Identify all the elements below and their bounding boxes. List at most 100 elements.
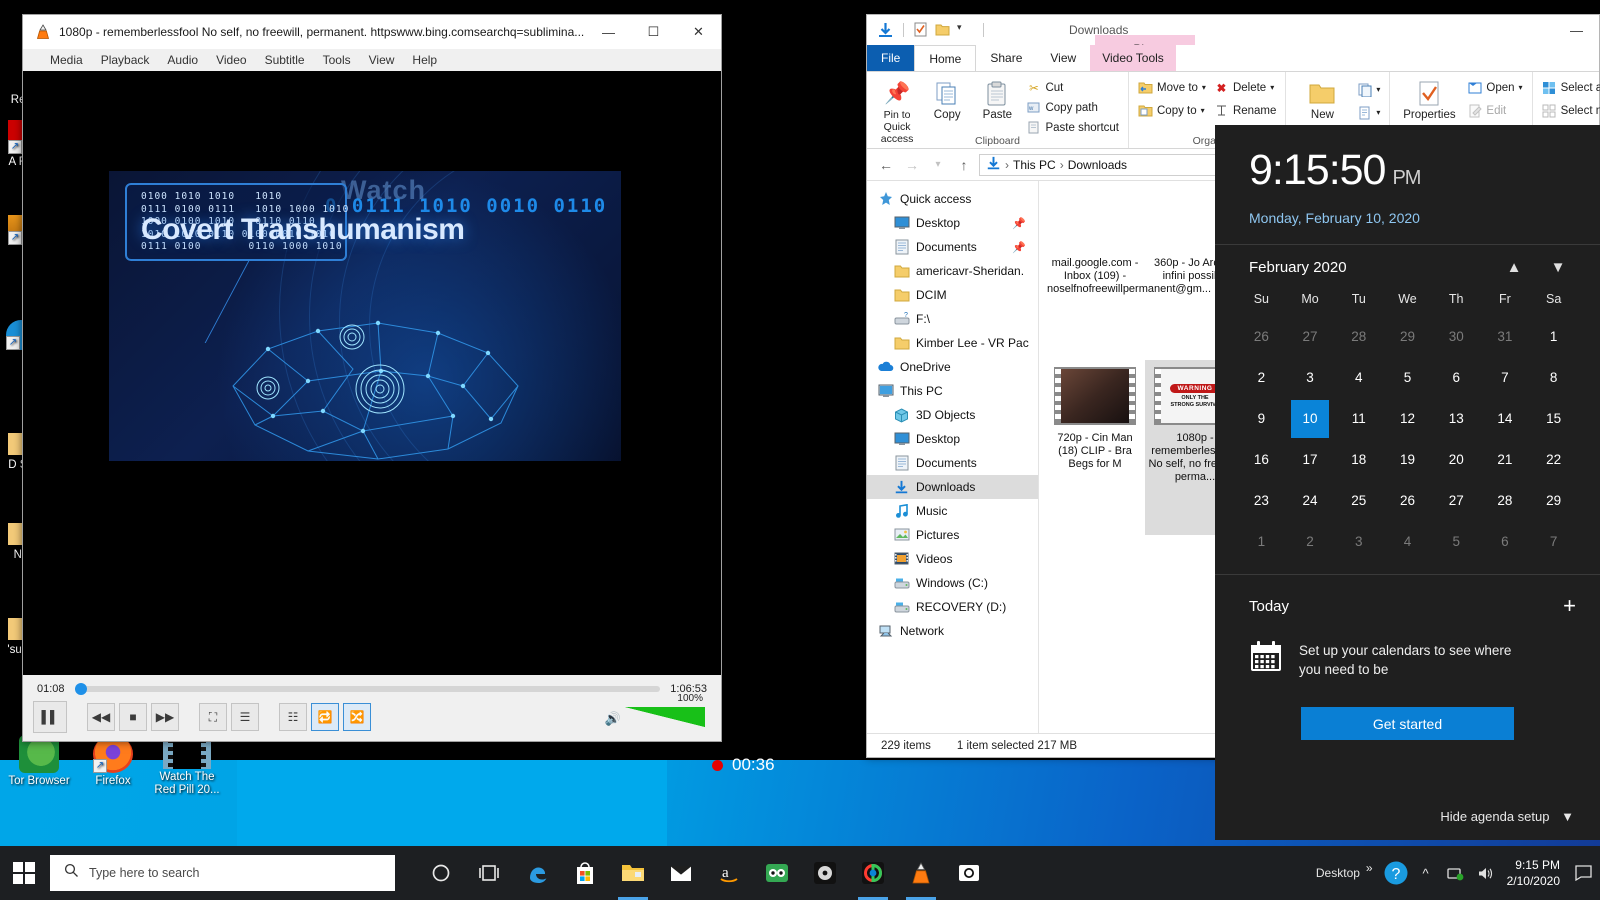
calendar-day[interactable]: 11 (1334, 398, 1383, 439)
calendar-day[interactable]: 29 (1383, 316, 1432, 357)
nav-item-americavr-sheridan[interactable]: americavr-Sheridan. (867, 259, 1038, 283)
file-item[interactable]: mail.google.com - Inbox (109) - noselfno… (1045, 185, 1211, 360)
calendar-day[interactable]: 18 (1334, 439, 1383, 480)
vlc-video-surface[interactable]: Watch 0 0111 1010 0010 0110 0100 1010 10… (23, 71, 721, 675)
vlc-extended-settings-button[interactable]: ☰ (231, 703, 259, 731)
move-to-button[interactable]: Move to ▾ (1134, 79, 1210, 96)
action-center-icon[interactable] (1570, 846, 1596, 900)
vlc-seek-slider[interactable] (74, 683, 661, 695)
cortana-icon[interactable] (417, 846, 465, 900)
menu-media[interactable]: Media (41, 51, 92, 69)
calendar-day[interactable]: 16 (1237, 439, 1286, 480)
calendar-day[interactable]: 28 (1481, 480, 1530, 521)
calendar-day[interactable]: 7 (1529, 521, 1578, 562)
select-none-button[interactable]: Select no (1538, 102, 1600, 119)
calendar-grid[interactable]: 26 27 28 29 30 31 1 2 3 4 5 6 7 8 9 10 11 12 13 14 15 16 17 18 1… (1215, 316, 1600, 562)
vlc-volume-area[interactable]: 🔊 100% (605, 693, 711, 727)
hide-agenda-setup-link[interactable]: Hide agenda setup ▼ (1215, 809, 1600, 840)
desktop-icon-watch-red-pill[interactable]: Watch The Red Pill 20... (148, 735, 226, 797)
amazon-icon[interactable]: a (705, 846, 753, 900)
nav-item-kimber-lee-vr-pac[interactable]: Kimber Lee - VR Pac (867, 331, 1038, 355)
desktop-icon-firefox[interactable]: ↗ Firefox (74, 735, 152, 788)
vlc-loop-button[interactable]: 🔁 (311, 703, 339, 731)
paste-button[interactable]: Paste (972, 75, 1022, 121)
calendar-day[interactable]: 15 (1529, 398, 1578, 439)
tab-video-tools[interactable]: Video Tools (1090, 45, 1176, 71)
chevron-down-icon[interactable]: ▾ (1376, 85, 1380, 94)
menu-playback[interactable]: Playback (92, 51, 159, 69)
calendar-day[interactable]: 6 (1432, 357, 1481, 398)
new-folder-button[interactable]: New (1291, 75, 1353, 121)
vlc-icon[interactable] (897, 846, 945, 900)
calendar-day[interactable]: 27 (1432, 480, 1481, 521)
nav-item-pictures[interactable]: Pictures (867, 523, 1038, 547)
vlc-stop-button[interactable]: ■ (119, 703, 147, 731)
menu-help[interactable]: Help (403, 51, 446, 69)
paste-shortcut-button[interactable]: Paste shortcut (1022, 119, 1123, 136)
cut-button[interactable]: ✂ Cut (1022, 79, 1123, 96)
calendar-day[interactable]: 28 (1334, 316, 1383, 357)
nav-item-documents[interactable]: Documents 📌 (867, 235, 1038, 259)
properties-button[interactable]: Properties (1395, 75, 1463, 121)
menu-subtitle[interactable]: Subtitle (256, 51, 314, 69)
explorer-minimize-button[interactable]: — (1554, 13, 1599, 47)
open-button[interactable]: Open ▾ (1463, 79, 1526, 96)
chevron-down-icon[interactable]: ▼ (1561, 809, 1574, 824)
calendar-day[interactable]: 4 (1334, 357, 1383, 398)
plus-icon[interactable]: + (1563, 593, 1576, 619)
calendar-day[interactable]: 12 (1383, 398, 1432, 439)
chevron-up-icon[interactable]: ▲ (1492, 259, 1536, 276)
menu-tools[interactable]: Tools (314, 51, 360, 69)
calendar-day[interactable]: 23 (1237, 480, 1286, 521)
calendar-day[interactable]: 29 (1529, 480, 1578, 521)
mail-icon[interactable] (657, 846, 705, 900)
calendar-day[interactable]: 26 (1383, 480, 1432, 521)
nav-item-f[interactable]: ? F:\ (867, 307, 1038, 331)
nav-item-dcim[interactable]: DCIM (867, 283, 1038, 307)
nav-item-documents[interactable]: Documents (867, 451, 1038, 475)
pin-icon[interactable]: 📌 (1012, 241, 1026, 254)
vlc-next-button[interactable]: ▶▶ (151, 703, 179, 731)
nav-item-this-pc[interactable]: This PC (867, 379, 1038, 403)
calendar-day[interactable]: 2 (1237, 357, 1286, 398)
download-icon[interactable] (877, 22, 894, 39)
chevron-down-icon[interactable]: ▾ (1201, 106, 1205, 115)
select-all-button[interactable]: Select all (1538, 79, 1600, 96)
question-mark-icon[interactable]: ? (1381, 846, 1411, 900)
nav-item-network[interactable]: Network (867, 619, 1038, 643)
calendar-day[interactable]: 30 (1432, 316, 1481, 357)
calendar-day[interactable]: 25 (1334, 480, 1383, 521)
vlc-play-pause-button[interactable]: ▌▌ (33, 701, 67, 733)
calendar-day[interactable]: 6 (1481, 521, 1530, 562)
calendar-day[interactable]: 3 (1334, 521, 1383, 562)
network-tray-icon[interactable] (1441, 846, 1471, 900)
calendar-day[interactable]: 3 (1286, 357, 1335, 398)
chevron-down-icon[interactable]: ▼ (1536, 259, 1580, 276)
nav-item-quick-access[interactable]: Quick access (867, 187, 1038, 211)
properties-icon[interactable] (913, 22, 930, 39)
tab-share[interactable]: Share (976, 45, 1036, 71)
vlc-fullscreen-button[interactable]: ⛶ (199, 703, 227, 731)
speaker-icon[interactable] (1471, 846, 1501, 900)
vlc-minimize-button[interactable]: — (586, 15, 631, 49)
speaker-icon[interactable]: 🔊 (605, 711, 621, 727)
chevron-double-right-icon[interactable]: » (1364, 861, 1381, 885)
taskbar-clock[interactable]: 9:15 PM 2/10/2020 (1501, 857, 1570, 889)
calendar-day[interactable]: 19 (1383, 439, 1432, 480)
back-button[interactable]: ← (875, 157, 897, 173)
calendar-day[interactable]: 4 (1383, 521, 1432, 562)
up-button[interactable]: ↑ (953, 157, 975, 173)
vlc-shuffle-button[interactable]: 🔀 (343, 703, 371, 731)
chevron-down-icon[interactable]: ▾ (1376, 108, 1380, 117)
recent-locations-button[interactable]: ▾ (927, 159, 949, 170)
nav-item-music[interactable]: Music (867, 499, 1038, 523)
nav-item-windows-c[interactable]: Windows (C:) (867, 571, 1038, 595)
calendar-month-label[interactable]: February 2020 (1249, 259, 1492, 276)
copy-to-button[interactable]: Copy to ▾ (1134, 102, 1210, 119)
edit-button[interactable]: Edit (1463, 102, 1526, 119)
tab-file[interactable]: File (867, 45, 915, 71)
calendar-day[interactable]: 22 (1529, 439, 1578, 480)
file-item[interactable]: 720p - Cin Man (18) CLIP - Bra Begs for … (1045, 360, 1145, 535)
chevron-down-icon[interactable]: ▾ (1270, 83, 1274, 92)
new-folder-icon[interactable] (935, 22, 952, 39)
